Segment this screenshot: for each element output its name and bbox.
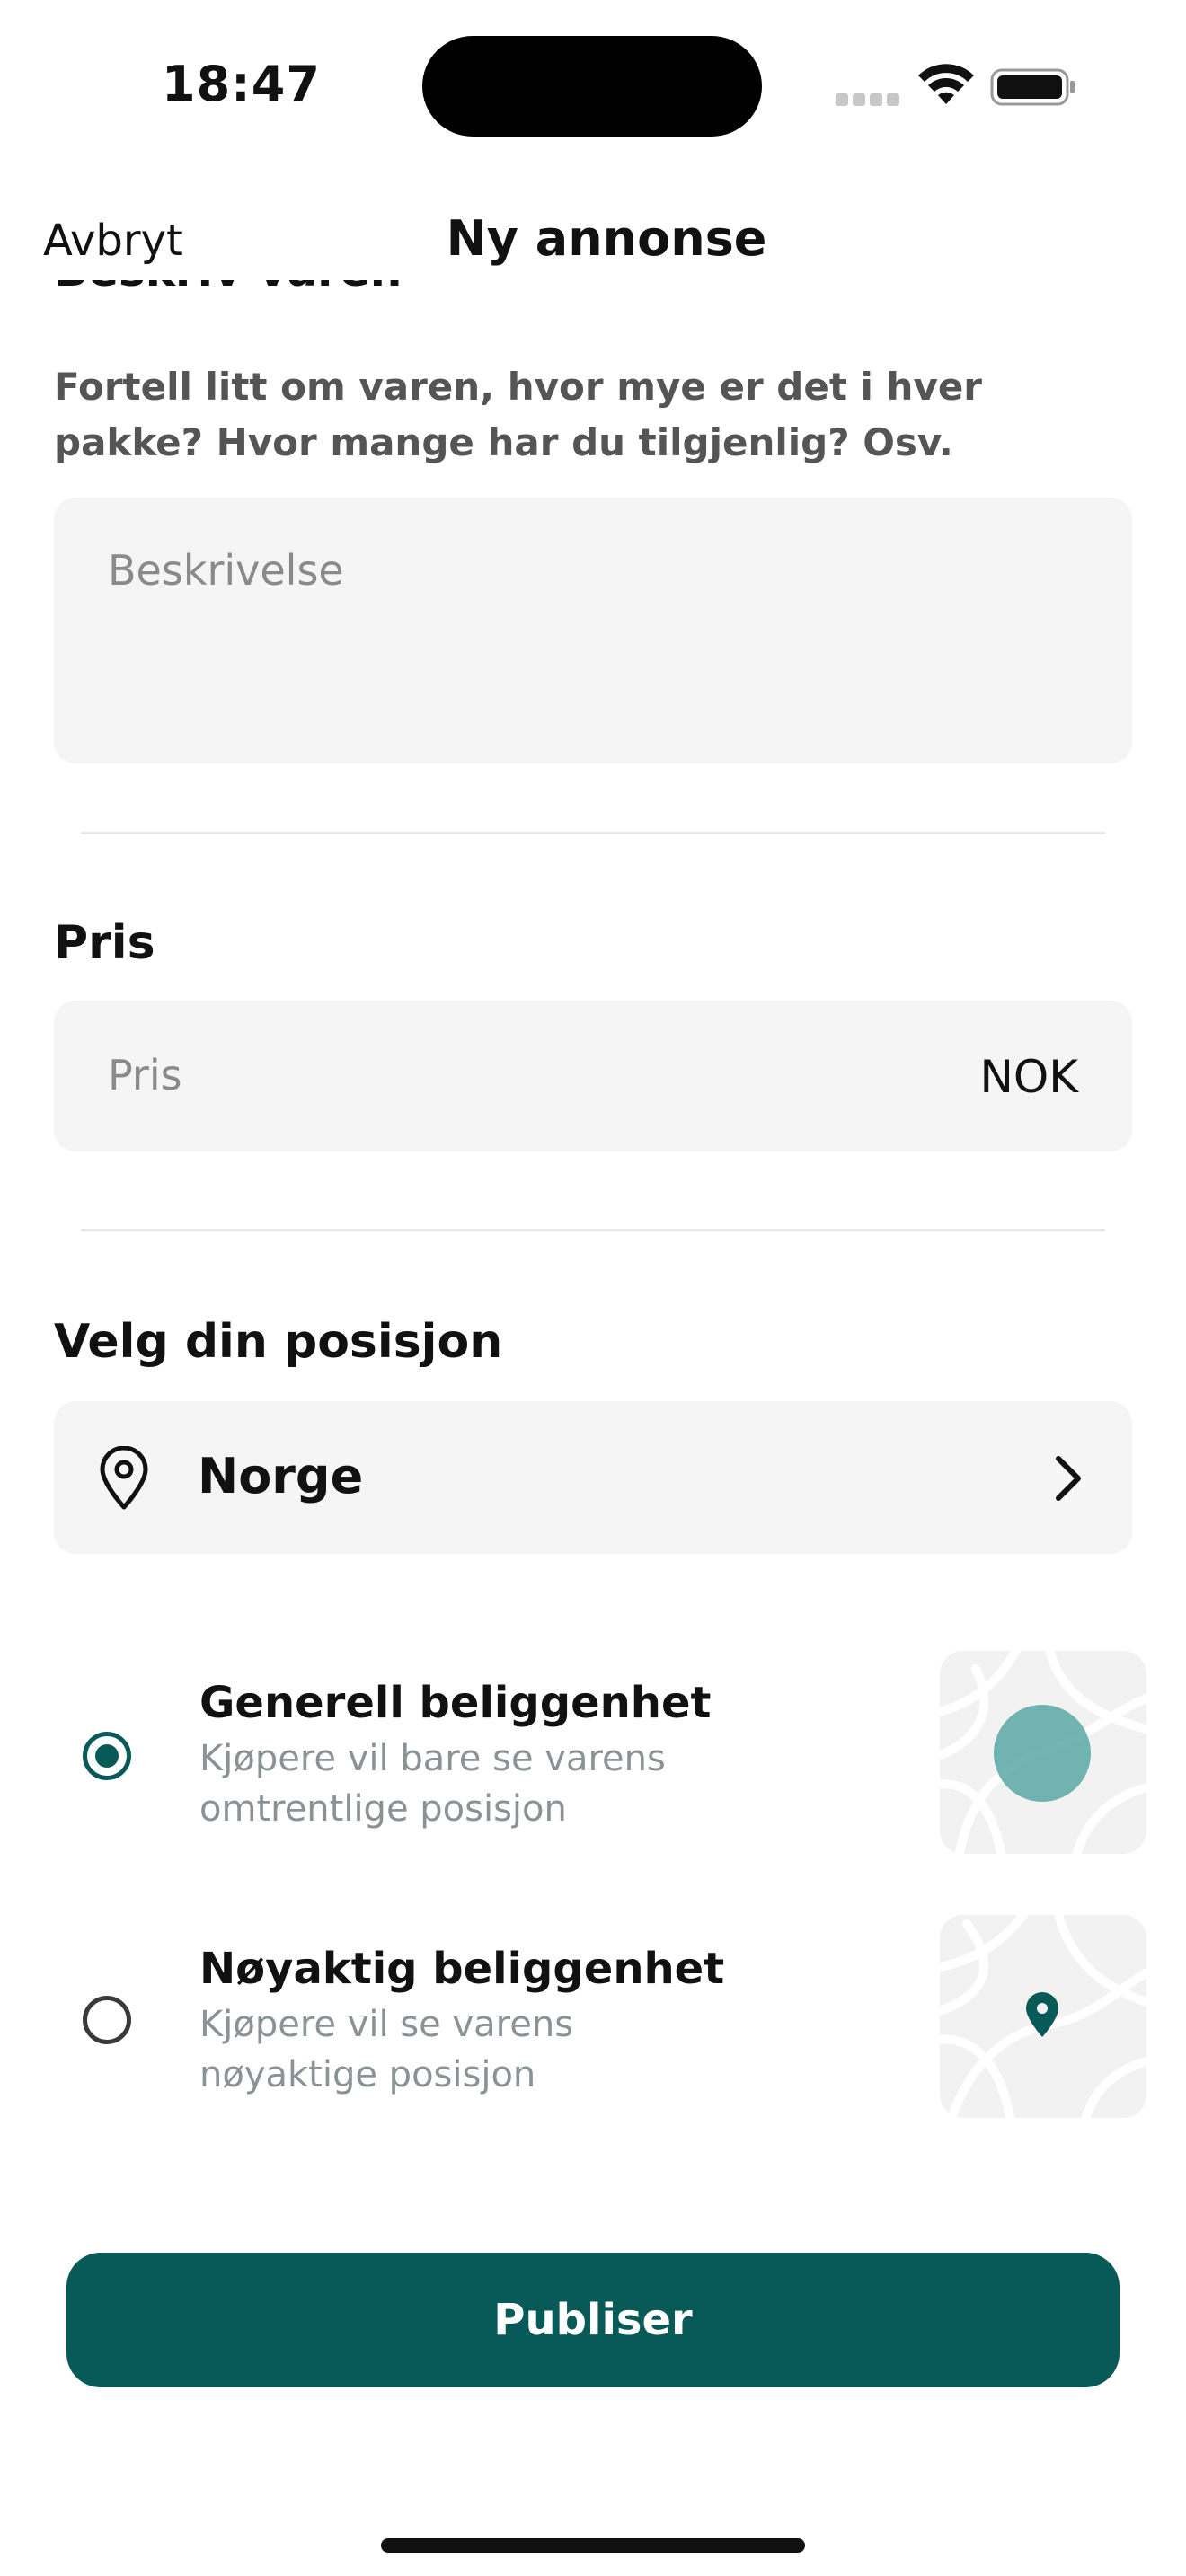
cellular-signal-icon bbox=[836, 93, 900, 106]
page-title: Ny annonse bbox=[446, 210, 767, 267]
exact-location-option[interactable]: Nøyaktig beliggenhet Kjøpere vil se vare… bbox=[0, 1915, 1186, 2122]
option-description: Kjøpere vil se varens nøyaktige posisjon bbox=[199, 2004, 574, 2095]
general-location-radio[interactable] bbox=[83, 1732, 131, 1780]
map-area-circle-icon bbox=[940, 1651, 1146, 1854]
publish-button[interactable]: Publiser bbox=[66, 2253, 1120, 2387]
chevron-right-icon bbox=[1056, 1456, 1081, 1501]
location-value: Norge bbox=[198, 1448, 364, 1504]
option-title: Nøyaktig beliggenhet bbox=[199, 1944, 725, 1994]
description-heading: Beskriv varen bbox=[54, 280, 402, 331]
wifi-icon bbox=[918, 64, 974, 104]
description-placeholder: Beskrivelse bbox=[108, 546, 344, 595]
divider bbox=[81, 1229, 1105, 1231]
general-location-option[interactable]: Generell beliggenhet Kjøpere vil bare se… bbox=[0, 1649, 1186, 1856]
exact-location-radio[interactable] bbox=[83, 1996, 131, 2044]
status-time: 18:47 bbox=[162, 56, 321, 112]
price-input[interactable]: Pris NOK bbox=[54, 1001, 1132, 1151]
price-heading: Pris bbox=[54, 916, 155, 970]
description-heading-text: Beskriv varen bbox=[54, 280, 402, 296]
location-heading: Velg din posisjon bbox=[54, 1315, 503, 1369]
description-input[interactable]: Beskrivelse bbox=[54, 498, 1132, 763]
location-pin-icon bbox=[100, 1446, 148, 1510]
divider bbox=[81, 832, 1105, 834]
description-helper-text: Fortell litt om varen, hvor mye er det i… bbox=[54, 365, 983, 464]
dynamic-island bbox=[422, 36, 762, 137]
option-description: Kjøpere vil bare se varens omtrentlige p… bbox=[199, 1738, 666, 1830]
home-indicator[interactable] bbox=[381, 2538, 805, 2553]
currency-label: NOK bbox=[979, 1051, 1078, 1103]
map-pin-icon bbox=[940, 1915, 1146, 2118]
location-selector[interactable]: Norge bbox=[54, 1401, 1132, 1554]
option-title: Generell beliggenhet bbox=[199, 1678, 712, 1728]
price-placeholder: Pris bbox=[108, 1051, 182, 1099]
battery-icon bbox=[990, 68, 1075, 106]
